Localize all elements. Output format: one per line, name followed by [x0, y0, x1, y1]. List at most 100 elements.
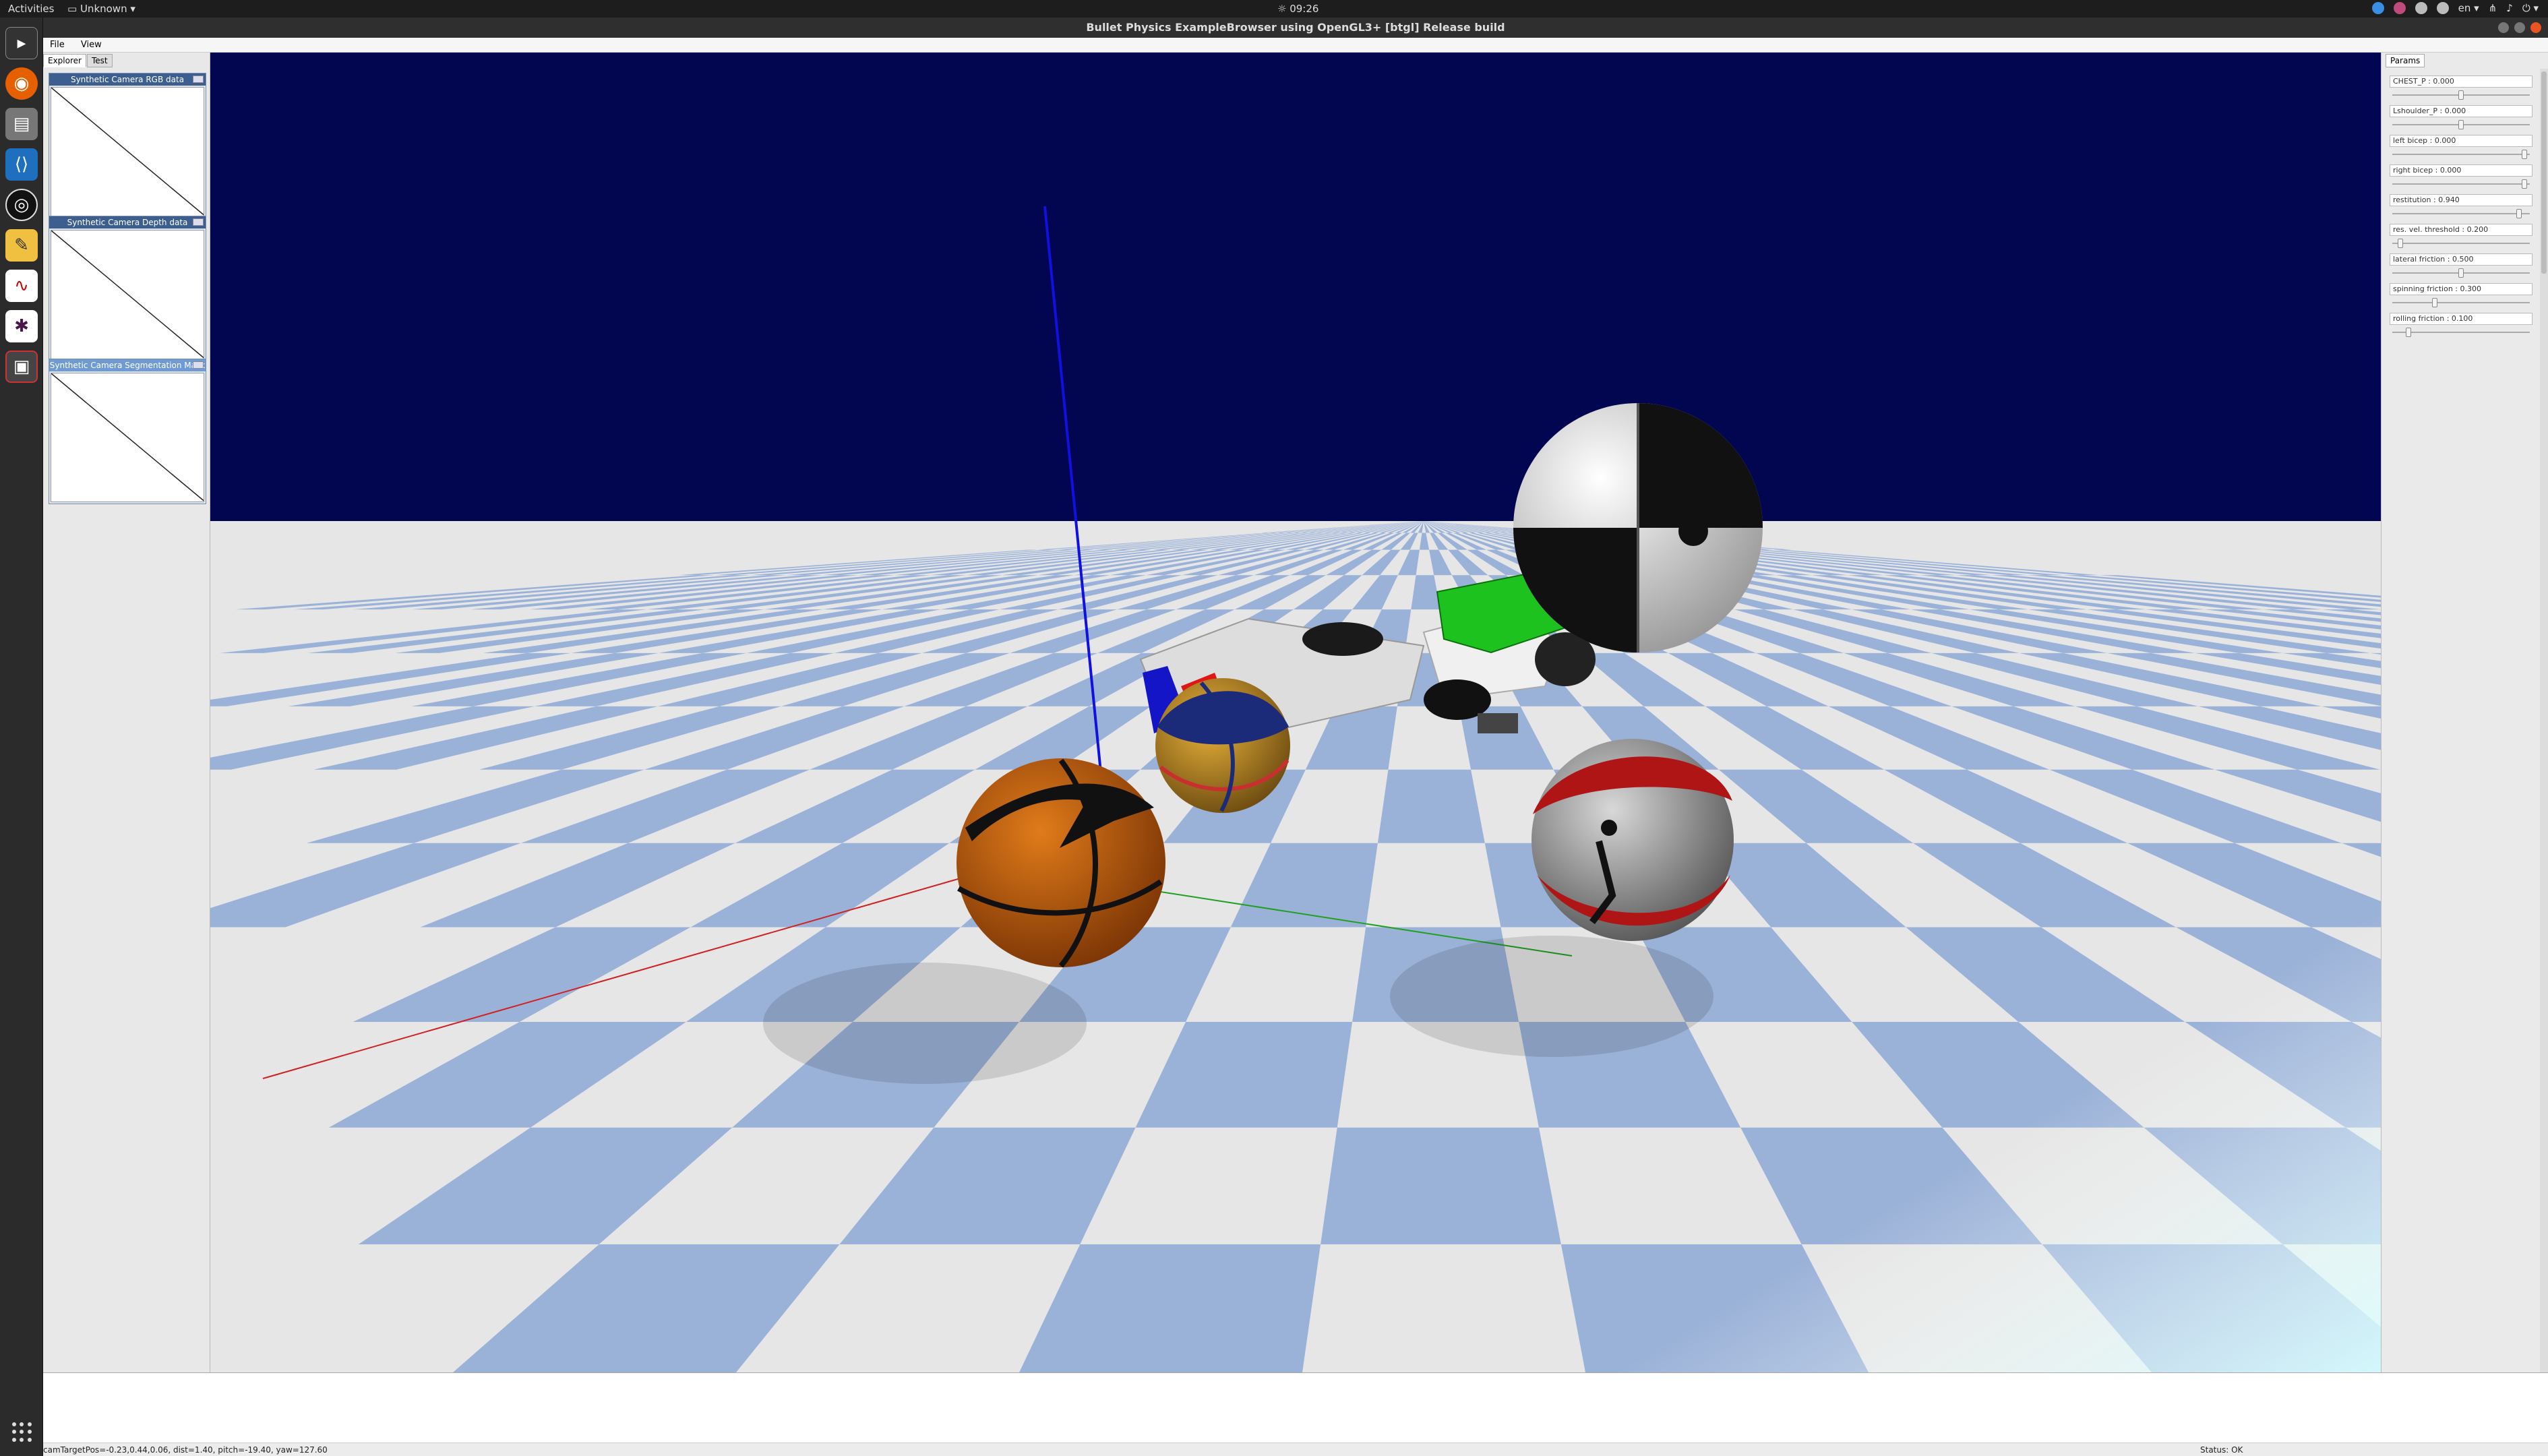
show-apps-icon[interactable]: [12, 1422, 32, 1443]
param-slider: Lshoulder_P : 0.000: [2390, 105, 2532, 132]
checker-ball: [1513, 403, 1763, 653]
segmentation-camera-title: Synthetic Camera Segmentation Mask: [49, 359, 206, 371]
sync-tray-icon[interactable]: [2436, 2, 2449, 14]
bullet-app-icon[interactable]: ▣: [5, 351, 38, 383]
obs-icon[interactable]: ◎: [5, 189, 38, 221]
slider-track[interactable]: [2392, 154, 2530, 155]
blue-yellow-ball: [1155, 678, 1290, 813]
slider-thumb[interactable]: [2522, 179, 2527, 189]
depth-camera-view: [51, 230, 204, 359]
language-label: en: [2458, 2, 2471, 14]
slider-thumb[interactable]: [2458, 120, 2464, 129]
console-output[interactable]: [43, 1372, 2548, 1443]
rgb-camera-view: [51, 87, 204, 216]
rgb-panel-toggle[interactable]: [193, 75, 204, 83]
language-indicator[interactable]: en ▾: [2458, 2, 2479, 14]
depth-camera-panel: Synthetic Camera Depth data: [49, 216, 206, 361]
rgb-camera-label: Synthetic Camera RGB data: [70, 75, 185, 84]
param-label[interactable]: restitution : 0.940: [2390, 194, 2532, 206]
depth-camera-title: Synthetic Camera Depth data: [49, 216, 206, 229]
depth-camera-label: Synthetic Camera Depth data: [67, 218, 188, 227]
slider-thumb[interactable]: [2406, 328, 2411, 337]
dock: ▸ ◉ ▤ ⟨⟩ ◎ ✎ ∿ ✱ ▣: [0, 18, 43, 1456]
slider-track[interactable]: [2392, 183, 2530, 185]
slider-thumb[interactable]: [2516, 209, 2522, 218]
param-label[interactable]: left bicep : 0.000: [2390, 135, 2532, 147]
slider-track[interactable]: [2392, 243, 2530, 244]
tab-params[interactable]: Params: [2386, 54, 2425, 67]
depth-panel-toggle[interactable]: [193, 218, 204, 226]
slider-track[interactable]: [2392, 213, 2530, 214]
title-bar: Bullet Physics ExampleBrowser using Open…: [43, 18, 2548, 38]
segmentation-camera-panel: Synthetic Camera Segmentation Mask: [49, 359, 206, 504]
volume-icon[interactable]: ♪: [2506, 2, 2513, 14]
system-tray: en ▾ ⋔ ♪ ⏻ ▾: [2371, 2, 2539, 14]
segmentation-empty-image: [51, 373, 204, 502]
param-label[interactable]: rolling friction : 0.100: [2390, 313, 2532, 325]
scrollbar-thumb[interactable]: [2541, 71, 2547, 274]
param-label[interactable]: right bicep : 0.000: [2390, 164, 2532, 177]
maximize-icon[interactable]: [2514, 22, 2525, 33]
close-icon[interactable]: [2530, 22, 2541, 33]
scene-render: [210, 53, 2381, 1372]
clock-time: 09:26: [1290, 3, 1319, 15]
slider-thumb[interactable]: [2458, 268, 2464, 278]
files-icon[interactable]: ▤: [5, 108, 38, 140]
sky: [210, 53, 2381, 524]
rgb-empty-image: [51, 88, 204, 216]
activities-button[interactable]: Activities: [8, 3, 54, 15]
slack-tray-icon[interactable]: [2393, 2, 2406, 14]
pdf-viewer-icon[interactable]: ∿: [5, 270, 38, 302]
explorer-panel: Explorer Test Synthetic Camera RGB data S…: [43, 53, 210, 1372]
terminal-icon[interactable]: ▸: [5, 27, 38, 59]
param-slider: lateral friction : 0.500: [2390, 253, 2532, 280]
menu-view[interactable]: View: [74, 38, 109, 52]
menu-file[interactable]: File: [43, 38, 71, 52]
slider-track[interactable]: [2392, 332, 2530, 333]
firefox-icon[interactable]: ◉: [5, 67, 38, 100]
network-icon[interactable]: ⋔: [2489, 2, 2497, 14]
params-scrollbar[interactable]: [2540, 69, 2548, 1372]
param-label[interactable]: res. vel. threshold : 0.200: [2390, 224, 2532, 236]
param-label[interactable]: Lshoulder_P : 0.000: [2390, 105, 2532, 117]
segmentation-camera-label: Synthetic Camera Segmentation Mask: [49, 361, 206, 370]
param-slider: right bicep : 0.000: [2390, 164, 2532, 191]
param-slider: rolling friction : 0.100: [2390, 313, 2532, 340]
steam-tray-icon[interactable]: [2415, 2, 2427, 14]
vscode-icon[interactable]: ⟨⟩: [5, 148, 38, 181]
param-label[interactable]: lateral friction : 0.500: [2390, 253, 2532, 266]
window-title: Bullet Physics ExampleBrowser using Open…: [1086, 21, 1505, 34]
clock[interactable]: ☼ 09:26: [1277, 3, 1318, 15]
depth-empty-image: [51, 231, 204, 359]
slider-track[interactable]: [2392, 302, 2530, 303]
param-slider: restitution : 0.940: [2390, 194, 2532, 221]
slider-thumb[interactable]: [2432, 298, 2437, 307]
app-window: Bullet Physics ExampleBrowser using Open…: [43, 18, 2548, 1456]
top-bar: Activities ▭ Unknown ▾ ☼ 09:26 en ▾ ⋔ ♪ …: [0, 0, 2548, 18]
status-text: Status: OK: [2200, 1445, 2243, 1455]
param-slider: left bicep : 0.000: [2390, 135, 2532, 162]
text-editor-icon[interactable]: ✎: [5, 229, 38, 262]
slider-thumb[interactable]: [2398, 239, 2403, 248]
camera-info: camTargetPos=-0.23,0.44,0.06, dist=1.40,…: [43, 1445, 328, 1455]
param-slider: spinning friction : 0.300: [2390, 283, 2532, 310]
menu-bar: File View: [43, 38, 2548, 53]
minimize-icon[interactable]: [2498, 22, 2509, 33]
slider-thumb[interactable]: [2458, 90, 2464, 100]
tab-explorer[interactable]: Explorer: [43, 54, 86, 67]
segmentation-panel-toggle[interactable]: [193, 361, 204, 369]
param-label[interactable]: CHEST_P : 0.000: [2390, 75, 2532, 88]
app-menu-label: Unknown: [80, 3, 127, 15]
param-label[interactable]: spinning friction : 0.300: [2390, 283, 2532, 295]
app-menu[interactable]: ▭ Unknown ▾: [67, 3, 135, 15]
chat-icon[interactable]: [2371, 2, 2384, 14]
power-icon[interactable]: ⏻ ▾: [2522, 2, 2539, 14]
slider-thumb[interactable]: [2522, 150, 2527, 159]
params-panel: Params CHEST_P : 0.000 Lshoulder_P : 0.00…: [2381, 53, 2548, 1372]
explorer-tabs: Explorer Test: [43, 54, 113, 67]
tab-test[interactable]: Test: [86, 54, 113, 67]
3d-viewport[interactable]: [210, 53, 2381, 1372]
slack-icon[interactable]: ✱: [5, 310, 38, 342]
rgb-camera-title: Synthetic Camera RGB data: [49, 73, 206, 86]
param-slider: res. vel. threshold : 0.200: [2390, 224, 2532, 251]
